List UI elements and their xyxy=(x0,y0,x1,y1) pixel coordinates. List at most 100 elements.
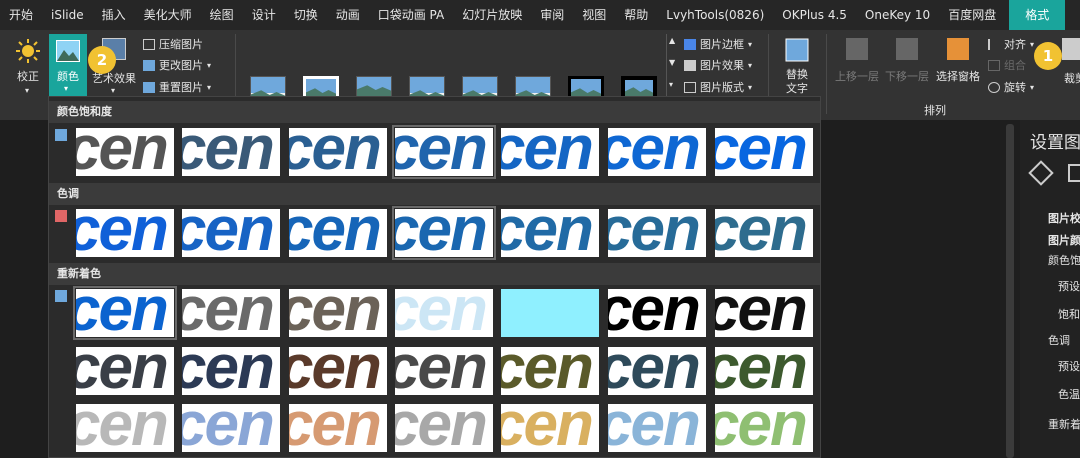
recolor-swatch-0-3[interactable]: cen xyxy=(394,288,494,338)
saturation-swatch-0[interactable]: cen xyxy=(75,127,175,177)
recolor-swatch-2-5[interactable]: cen xyxy=(607,403,707,453)
correct-button[interactable]: 校正 ▾ xyxy=(8,36,48,98)
menu-tab-7[interactable]: 动画 xyxy=(327,0,369,30)
recolor-swatch-0-5[interactable]: cen xyxy=(607,288,707,338)
pane-item-2[interactable]: 颜色饱 xyxy=(1048,252,1080,268)
scroll-up-icon[interactable]: ▲ xyxy=(669,36,675,45)
menu-tab-4[interactable]: 绘图 xyxy=(201,0,243,30)
recolor-swatch-0-1[interactable]: cen xyxy=(181,288,281,338)
scroll-down-icon[interactable]: ▼ xyxy=(669,58,675,67)
saturation-swatch-5[interactable]: cen xyxy=(607,127,707,177)
menu-tab-3[interactable]: 美化大师 xyxy=(135,0,201,30)
chevron-down-icon: ▾ xyxy=(748,39,753,49)
recolor-swatch-1-4[interactable]: cen xyxy=(500,346,600,396)
chevron-down-icon: ▾ xyxy=(1030,39,1035,49)
recolor-swatch-0-4[interactable] xyxy=(500,288,600,338)
more-icon[interactable]: ▾ xyxy=(669,80,673,89)
menu-tab-16[interactable]: 百度网盘 xyxy=(939,0,1005,30)
swatch-word: cen xyxy=(714,346,808,396)
saturation-swatch-2[interactable]: cen xyxy=(288,127,388,177)
pane-item-8[interactable]: 重新着 xyxy=(1048,416,1080,432)
saturation-swatch-4[interactable]: cen xyxy=(500,127,600,177)
swatch-word: cen xyxy=(288,127,382,177)
menu-tab-17[interactable]: 格式 xyxy=(1009,0,1066,30)
recolor-swatch-1-2[interactable]: cen xyxy=(288,346,388,396)
recolor-swatch-1-1[interactable]: cen xyxy=(181,346,281,396)
picture-layout-button[interactable]: 图片版式 ▾ xyxy=(684,79,752,95)
fill-icon[interactable] xyxy=(1028,160,1054,186)
bring-forward-button[interactable]: 上移一层 xyxy=(832,36,882,86)
menu-tab-12[interactable]: 帮助 xyxy=(615,0,657,30)
tone-swatch-0[interactable]: cen xyxy=(75,208,175,258)
color-button[interactable]: 颜色 ▾ xyxy=(49,34,87,98)
recolor-swatch-1-5[interactable]: cen xyxy=(607,346,707,396)
menu-tab-13[interactable]: LvyhTools(0826) xyxy=(657,0,773,30)
layout-icon xyxy=(684,81,696,93)
pane-item-1[interactable]: 图片颜 xyxy=(1048,232,1080,248)
swatch-word: cen xyxy=(75,346,169,396)
tone-swatch-1[interactable]: cen xyxy=(181,208,281,258)
tone-swatch-5[interactable]: cen xyxy=(607,208,707,258)
saturation-swatch-1[interactable]: cen xyxy=(181,127,281,177)
recolor-swatch-1-3[interactable]: cen xyxy=(394,346,494,396)
group-button[interactable]: 组合 xyxy=(988,57,1026,73)
pane-item-0[interactable]: 图片校 xyxy=(1048,210,1080,226)
pane-item-5[interactable]: 色调 xyxy=(1048,332,1070,348)
pane-item-3[interactable]: 预设 xyxy=(1058,278,1080,294)
swatch-word: cen xyxy=(714,208,808,258)
alt-text-button[interactable]: 替换 文字 xyxy=(775,36,819,98)
menu-tab-0[interactable]: 开始 xyxy=(0,0,42,30)
picture-border-button[interactable]: 图片边框 ▾ xyxy=(684,36,752,52)
compress-icon xyxy=(143,38,155,50)
compress-pictures-button[interactable]: 压缩图片 xyxy=(143,36,203,52)
selection-pane-button[interactable]: 选择窗格 xyxy=(932,36,984,86)
recolor-swatch-1-6[interactable]: cen xyxy=(714,346,814,396)
recolor-swatch-2-6[interactable]: cen xyxy=(714,403,814,453)
pane-item-6[interactable]: 预设 xyxy=(1058,358,1080,374)
rotate-button[interactable]: 旋转 ▾ xyxy=(988,79,1034,95)
saturation-swatch-3[interactable]: cen xyxy=(392,125,496,179)
swatch-word: cen xyxy=(607,346,701,396)
pane-item-7[interactable]: 色温 xyxy=(1058,386,1080,402)
saturation-swatch-6[interactable]: cen xyxy=(714,127,814,177)
swatch-word: cen xyxy=(288,208,382,258)
recolor-swatch-0-0[interactable]: cen xyxy=(73,286,177,340)
tone-swatch-3[interactable]: cen xyxy=(392,206,496,260)
tone-swatch-2[interactable]: cen xyxy=(288,208,388,258)
change-picture-button[interactable]: 更改图片 ▾ xyxy=(143,57,211,73)
menu-tab-14[interactable]: OKPlus 4.5 xyxy=(773,0,856,30)
pane-item-4[interactable]: 饱和 xyxy=(1058,306,1080,322)
menu-tab-6[interactable]: 切换 xyxy=(285,0,327,30)
tone-swatch-6[interactable]: cen xyxy=(714,208,814,258)
menu-tab-10[interactable]: 审阅 xyxy=(531,0,573,30)
recolor-swatch-0-6[interactable]: cen xyxy=(714,288,814,338)
menu-tab-5[interactable]: 设计 xyxy=(243,0,285,30)
scrollbar-thumb[interactable] xyxy=(1006,124,1014,458)
menu-tab-15[interactable]: OneKey 10 xyxy=(856,0,939,30)
send-backward-button[interactable]: 下移一层 xyxy=(882,36,932,86)
color-label: 颜色 xyxy=(57,70,79,83)
tone-swatch-4[interactable]: cen xyxy=(500,208,600,258)
recolor-swatch-2-3[interactable]: cen xyxy=(394,403,494,453)
recolor-swatch-1-0[interactable]: cen xyxy=(75,346,175,396)
recolor-swatch-0-2[interactable]: cen xyxy=(288,288,388,338)
panel-scrollbar[interactable] xyxy=(1003,120,1017,458)
reset-label: 重置图片 xyxy=(159,81,203,94)
menu-tab-1[interactable]: iSlide xyxy=(42,0,93,30)
recolor-swatch-2-0[interactable]: cen xyxy=(75,403,175,453)
menu-tab-2[interactable]: 插入 xyxy=(93,0,135,30)
picture-effects-button[interactable]: 图片效果 ▾ xyxy=(684,57,752,73)
recolor-swatch-2-2[interactable]: cen xyxy=(288,403,388,453)
menu-tab-8[interactable]: 口袋动画 PA xyxy=(369,0,454,30)
menu-tab-11[interactable]: 视图 xyxy=(573,0,615,30)
reset-picture-icon xyxy=(143,81,155,93)
menu-tab-9[interactable]: 幻灯片放映 xyxy=(453,0,531,30)
saturation-section-header: 颜色饱和度 xyxy=(49,101,820,123)
recolor-swatch-2-4[interactable]: cen xyxy=(500,403,600,453)
recolor-swatch-2-1[interactable]: cen xyxy=(181,403,281,453)
crop-button[interactable]: 裁剪 xyxy=(1056,36,1080,98)
reset-picture-button[interactable]: 重置图片 ▾ xyxy=(143,79,211,95)
gallery-scroll[interactable]: ▲ ▼ ▾ xyxy=(666,34,678,96)
shape-icon[interactable] xyxy=(1068,164,1080,182)
align-button[interactable]: 对齐 ▾ xyxy=(988,36,1034,52)
